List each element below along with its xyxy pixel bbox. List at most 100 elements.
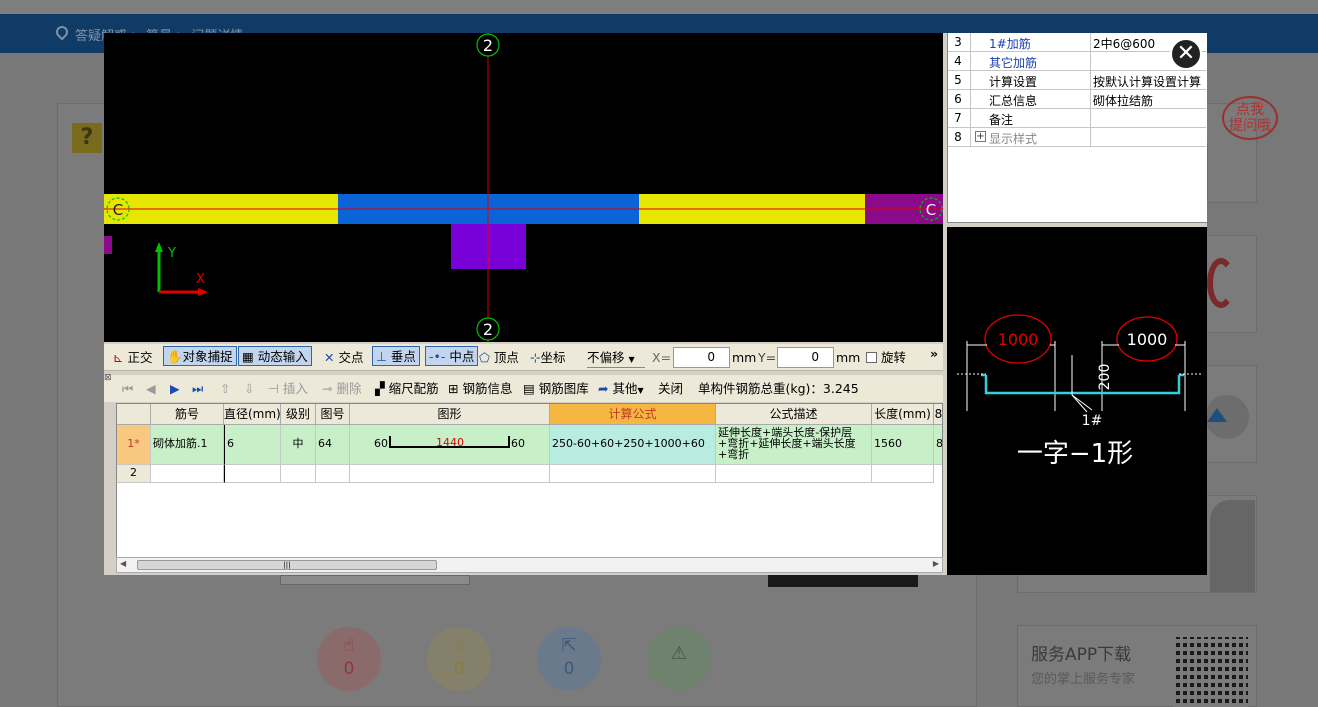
- favorite-button[interactable]: ☆ 0: [427, 627, 491, 691]
- bg-person-image: [1210, 500, 1255, 592]
- scale-rebar-label: 缩尺配筋: [388, 381, 439, 396]
- midpoint-button[interactable]: -•- 中点: [425, 346, 479, 366]
- coordinate-icon: ⊹: [530, 350, 541, 365]
- cad-canvas[interactable]: 2 2 C C Y X: [104, 33, 943, 342]
- cell-diameter[interactable]: 6: [224, 425, 281, 465]
- last-record-icon[interactable]: ⏭: [192, 379, 203, 399]
- object-snap-button[interactable]: ✋对象捕捉: [163, 346, 237, 366]
- move-down-icon[interactable]: ⇩: [244, 379, 254, 399]
- property-value[interactable]: [1090, 128, 1206, 147]
- scroll-right-icon[interactable]: ▶: [933, 559, 939, 568]
- perpendicular-button[interactable]: ⊥ 垂点: [372, 346, 420, 366]
- insert-button[interactable]: ⊣ 插入: [268, 379, 308, 399]
- property-row[interactable]: 6 汇总信息 砌体拉结筋: [948, 90, 1206, 109]
- property-value[interactable]: 砌体拉结筋: [1090, 90, 1206, 109]
- intersection-button[interactable]: ✕ 交点: [324, 348, 363, 368]
- dim-left-text: 1000: [998, 330, 1039, 349]
- cell-empty[interactable]: [316, 465, 350, 483]
- property-key-label: 显示样式: [989, 132, 1038, 146]
- y-coordinate-input[interactable]: 0: [777, 347, 834, 368]
- cell-figure[interactable]: 64: [316, 425, 350, 465]
- star-icon: ☆: [450, 635, 468, 656]
- cell-empty[interactable]: [151, 465, 224, 483]
- modal-close-icon[interactable]: ✕: [1170, 38, 1202, 70]
- like-count: 0: [343, 659, 355, 679]
- property-row[interactable]: 4 其它加筋: [948, 52, 1206, 71]
- row-index-1[interactable]: 1*: [117, 425, 151, 465]
- other-menu-button[interactable]: ➦ 其他▼: [598, 379, 644, 399]
- ask-bubble-text[interactable]: 点我 提问哦: [1222, 96, 1278, 140]
- rebar-info-button[interactable]: ⊞ 钢筋信息: [448, 379, 512, 399]
- shape-left-value: 60: [374, 437, 388, 450]
- table-horizontal-scrollbar[interactable]: ◀ ||| ▶: [116, 557, 943, 573]
- cell-length[interactable]: 1560: [872, 425, 934, 465]
- scale-rebar-button[interactable]: ▞ 缩尺配筋: [375, 379, 439, 399]
- vertex-button[interactable]: ⬠ 顶点: [479, 348, 519, 368]
- first-record-icon[interactable]: ⏮: [122, 379, 133, 399]
- thumbs-up-icon: ☝: [343, 635, 355, 656]
- col-header-figure[interactable]: 图号: [316, 404, 350, 425]
- property-row[interactable]: 5 计算设置 按默认计算设置计算: [948, 71, 1206, 90]
- cell-shape[interactable]: 60 1440 60: [350, 425, 550, 465]
- panel-close-icon[interactable]: ⊠: [104, 368, 112, 388]
- report-button[interactable]: ⚠: [647, 627, 711, 691]
- coordinate-button[interactable]: ⊹坐标: [530, 348, 566, 368]
- next-record-icon[interactable]: ▶: [170, 379, 180, 399]
- cell-grade[interactable]: 中: [281, 425, 316, 465]
- col-header-shape[interactable]: 图形: [350, 404, 550, 425]
- cell-empty[interactable]: [350, 465, 550, 483]
- magenta-block-left[interactable]: [104, 236, 112, 254]
- dynamic-input-button[interactable]: ▦ 动态输入: [238, 346, 312, 366]
- close-button[interactable]: 关闭: [658, 379, 683, 399]
- like-button[interactable]: ☝ 0: [317, 627, 381, 691]
- property-key: 1#加筋: [970, 33, 1090, 52]
- rebar-library-button[interactable]: ▤ 钢筋图库: [523, 379, 589, 399]
- cell-empty[interactable]: [224, 465, 281, 483]
- property-value[interactable]: [1090, 109, 1206, 128]
- scroll-left-icon[interactable]: ◀: [120, 559, 126, 568]
- ask-question-bubble[interactable]: 点我 提问哦: [1222, 96, 1278, 140]
- shape-preview-drawing: 1000 1000 200 1# 一字−1形: [957, 314, 1201, 469]
- cad-drawing[interactable]: 2 2 C C Y X: [104, 33, 943, 342]
- y-arrow-head-icon: [155, 242, 163, 252]
- bg-topbar: [0, 0, 1318, 14]
- col-header-grade[interactable]: 级别: [281, 404, 316, 425]
- offset-select[interactable]: 不偏移 ▼: [587, 348, 645, 368]
- cell-name[interactable]: 砌体加筋.1: [151, 425, 224, 465]
- col-header-extra[interactable]: 8: [934, 404, 942, 425]
- cell-empty[interactable]: [872, 465, 934, 483]
- axis-label-top: 2: [483, 36, 493, 55]
- share-button[interactable]: ⇱ 0: [537, 627, 601, 691]
- col-header-description[interactable]: 公式描述: [716, 404, 872, 425]
- intersection-label: 交点: [338, 350, 364, 365]
- prev-record-icon[interactable]: ◀: [146, 379, 156, 399]
- ortho-button[interactable]: ⊾ 正交: [113, 348, 152, 368]
- property-row[interactable]: 8 + 显示样式: [948, 128, 1206, 147]
- rotate-checkbox[interactable]: [866, 352, 877, 363]
- scale-rebar-icon: ▞: [375, 381, 385, 396]
- col-header-formula[interactable]: 计算公式: [550, 404, 716, 425]
- toolbar-overflow-button[interactable]: »: [930, 344, 938, 364]
- cell-empty[interactable]: [716, 465, 872, 483]
- cell-empty[interactable]: [550, 465, 716, 483]
- col-header-diameter[interactable]: 直径(mm): [224, 404, 281, 425]
- x-coordinate-input[interactable]: 0: [673, 347, 730, 368]
- cell-extra[interactable]: 8: [934, 425, 942, 465]
- col-header-name[interactable]: 筋号: [151, 404, 224, 425]
- scroll-thumb[interactable]: |||: [137, 560, 437, 570]
- mark-leader-2: [1071, 394, 1093, 411]
- cell-empty[interactable]: [281, 465, 316, 483]
- property-value[interactable]: 按默认计算设置计算: [1090, 71, 1206, 90]
- delete-button[interactable]: ⊸ 删除: [322, 379, 361, 399]
- insert-icon: ⊣: [268, 381, 279, 396]
- move-up-icon[interactable]: ⇧: [220, 379, 230, 399]
- property-row[interactable]: 3 1#加筋 2中6@600: [948, 33, 1206, 52]
- mark-leader-1: [1071, 394, 1088, 413]
- expand-icon[interactable]: +: [975, 131, 986, 142]
- cell-formula[interactable]: 250-60+60+250+1000+60: [550, 425, 716, 465]
- row-index-2[interactable]: 2: [117, 465, 151, 483]
- rotate-checkbox-wrapper[interactable]: 旋转: [866, 348, 906, 368]
- cell-description[interactable]: 延伸长度+端头长度-保护层+弯折+延伸长度+端头长度+弯折: [716, 425, 872, 465]
- col-header-length[interactable]: 长度(mm): [872, 404, 934, 425]
- property-row[interactable]: 7 备注: [948, 109, 1206, 128]
